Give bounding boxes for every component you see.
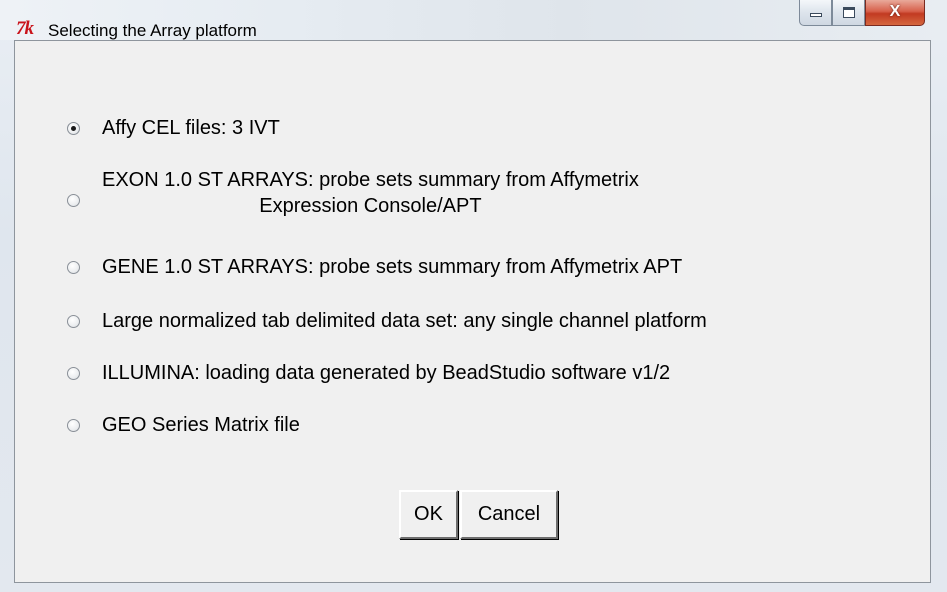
option-label: Affy CEL files: 3 IVT (102, 117, 280, 139)
maximize-icon (843, 7, 855, 18)
minimize-icon (810, 13, 822, 17)
radio-button[interactable] (67, 260, 80, 274)
option-label-line1: EXON 1.0 ST ARRAYS: probe sets summary f… (102, 169, 639, 191)
maximize-button[interactable] (832, 0, 865, 26)
option-label: EXON 1.0 ST ARRAYS: probe sets summary f… (102, 167, 639, 219)
radio-button[interactable] (67, 418, 80, 432)
option-large-normalized[interactable]: Large normalized tab delimited data set:… (67, 308, 707, 334)
minimize-button[interactable] (799, 0, 832, 26)
close-icon: X (889, 3, 901, 20)
radio-button[interactable] (67, 121, 80, 135)
option-exon-arrays[interactable]: EXON 1.0 ST ARRAYS: probe sets summary f… (67, 167, 639, 219)
radio-button[interactable] (67, 314, 80, 328)
caption-buttons: X (799, 0, 925, 28)
option-label: GENE 1.0 ST ARRAYS: probe sets summary f… (102, 256, 683, 278)
radio-button[interactable] (67, 366, 80, 380)
option-label-line2: Expression Console/APT (259, 195, 482, 217)
option-label: Large normalized tab delimited data set:… (102, 310, 707, 332)
title-bar[interactable]: 7k Selecting the Array platform X (0, 0, 947, 40)
dialog-content: Affy CEL files: 3 IVT EXON 1.0 ST ARRAYS… (14, 40, 931, 583)
option-label: GEO Series Matrix file (102, 414, 300, 436)
radio-button[interactable] (67, 193, 80, 207)
option-affy-cel[interactable]: Affy CEL files: 3 IVT (67, 115, 280, 141)
close-button[interactable]: X (865, 0, 925, 26)
dialog-buttons: OK Cancel (399, 490, 560, 539)
option-illumina[interactable]: ILLUMINA: loading data generated by Bead… (67, 360, 670, 386)
option-gene-arrays[interactable]: GENE 1.0 ST ARRAYS: probe sets summary f… (67, 254, 682, 280)
option-label: ILLUMINA: loading data generated by Bead… (102, 362, 671, 384)
dialog-window: 7k Selecting the Array platform X Affy C… (0, 0, 947, 592)
window-title: Selecting the Array platform (48, 21, 257, 40)
tk-app-icon: 7k (16, 18, 34, 39)
ok-button[interactable]: OK (399, 490, 458, 539)
option-geo-series[interactable]: GEO Series Matrix file (67, 412, 300, 438)
cancel-button[interactable]: Cancel (460, 490, 558, 539)
